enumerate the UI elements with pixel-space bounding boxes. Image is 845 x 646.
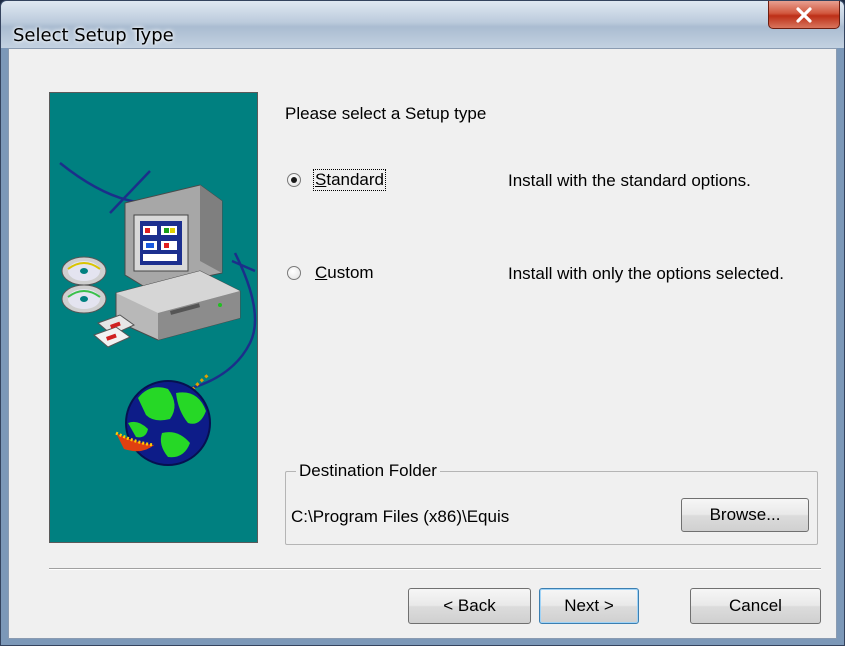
custom-mnemonic: C	[315, 263, 328, 282]
next-button-label: Next >	[564, 596, 614, 615]
title-bar[interactable]: Select Setup Type	[1, 1, 844, 48]
option-standard[interactable]: Standard	[287, 169, 387, 191]
back-button-label: < Back	[443, 596, 496, 615]
standard-description: Install with the standard options.	[508, 171, 751, 190]
close-icon	[796, 6, 812, 23]
standard-mnemonic: S	[315, 170, 327, 189]
cancel-button[interactable]: Cancel	[690, 588, 821, 624]
setup-dialog-window: Select Setup Type Please select a Setup …	[0, 0, 845, 646]
custom-description: Install with only the options selected.	[508, 264, 784, 283]
browse-button[interactable]: Browse...	[681, 498, 809, 532]
cd-disc-icon	[61, 256, 107, 314]
dialog-body: Please select a Setup type Standard Inst…	[8, 48, 837, 639]
browse-button-label: Browse...	[709, 505, 781, 524]
back-button[interactable]: < Back	[408, 588, 531, 624]
footer-separator	[49, 568, 821, 570]
destination-folder-group: Destination Folder C:\Program Files (x86…	[285, 461, 818, 545]
setup-illustration	[49, 92, 258, 543]
monitor-icon	[124, 184, 223, 290]
standard-label-rest: tandard	[326, 170, 385, 189]
custom-label-rest: ustom	[327, 263, 374, 282]
next-button[interactable]: Next >	[539, 588, 639, 624]
setup-type-prompt: Please select a Setup type	[285, 104, 487, 123]
option-custom[interactable]: Custom	[287, 262, 375, 284]
destination-path: C:\Program Files (x86)\Equis	[291, 507, 510, 526]
close-button[interactable]	[768, 1, 840, 29]
standard-label[interactable]: Standard	[312, 169, 387, 191]
computer-illustration	[59, 162, 257, 466]
custom-label[interactable]: Custom	[314, 263, 375, 283]
window-title: Select Setup Type	[13, 25, 174, 46]
globe-icon	[115, 380, 211, 466]
custom-radio[interactable]	[287, 266, 301, 280]
destination-folder-legend: Destination Folder	[296, 461, 440, 481]
cancel-button-label: Cancel	[729, 596, 782, 615]
standard-radio[interactable]	[287, 173, 301, 187]
